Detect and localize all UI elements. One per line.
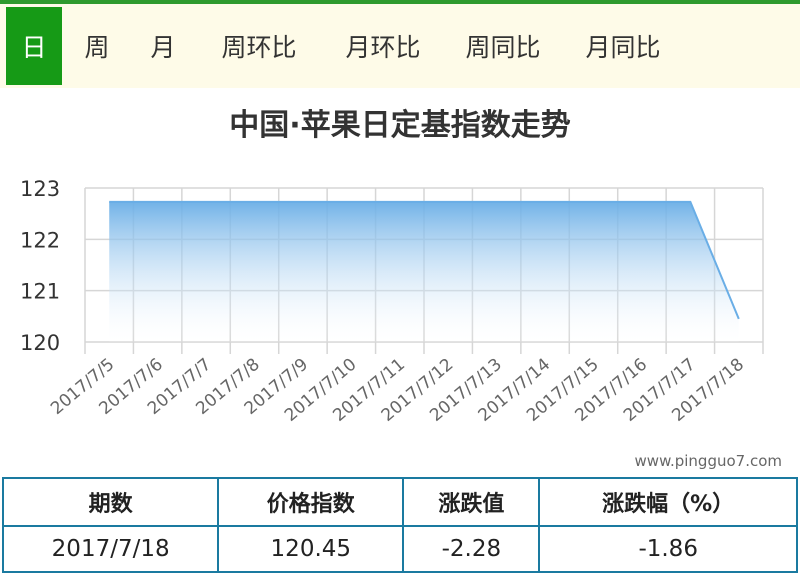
period-tab-bar: 日 周 月 周环比 月环比 周同比 月同比 [0, 4, 800, 88]
chart-area-layer [109, 202, 739, 342]
tab-week-over-week[interactable]: 周环比 [194, 4, 324, 88]
y-tick-label-122: 122 [20, 228, 60, 252]
x-axis-tick-labels: 2017/7/52017/7/62017/7/72017/7/82017/7/9… [47, 355, 748, 426]
y-tick-label-121: 121 [20, 280, 60, 304]
series-area-fill [109, 202, 739, 342]
table-row: 2017/7/18 120.45 -2.28 -1.86 [3, 526, 797, 572]
chart-title: 中国·苹果日定基指数走势 [0, 100, 800, 144]
table-header-row: 期数 价格指数 涨跌值 涨跌幅（%） [3, 478, 797, 526]
tab-month-over-month[interactable]: 月环比 [324, 4, 442, 88]
header-change-value: 涨跌值 [403, 478, 539, 526]
cell-change-value: -2.28 [403, 526, 539, 572]
site-watermark: www.pingguo7.com [635, 452, 782, 470]
cell-period: 2017/7/18 [3, 526, 218, 572]
header-price-index: 价格指数 [218, 478, 403, 526]
cell-change-percent: -1.86 [539, 526, 797, 572]
header-change-percent: 涨跌幅（%） [539, 478, 797, 526]
cell-price-index: 120.45 [218, 526, 403, 572]
tab-month-year-over-year[interactable]: 月同比 [564, 4, 682, 88]
tab-week-year-over-year[interactable]: 周同比 [442, 4, 564, 88]
y-tick-label-123: 123 [20, 177, 60, 201]
y-tick-label-120: 120 [20, 331, 60, 355]
header-period: 期数 [3, 478, 218, 526]
latest-index-table: 期数 价格指数 涨跌值 涨跌幅（%） 2017/7/18 120.45 -2.2… [2, 477, 798, 573]
tab-week[interactable]: 周 [62, 4, 132, 88]
tab-day[interactable]: 日 [6, 7, 62, 85]
y-axis-tick-labels: 120 121 122 123 [20, 177, 60, 355]
index-trend-chart: 120 121 122 123 2017/7/52017/7/62017/7/7201… [0, 150, 800, 450]
tab-month[interactable]: 月 [132, 4, 194, 88]
